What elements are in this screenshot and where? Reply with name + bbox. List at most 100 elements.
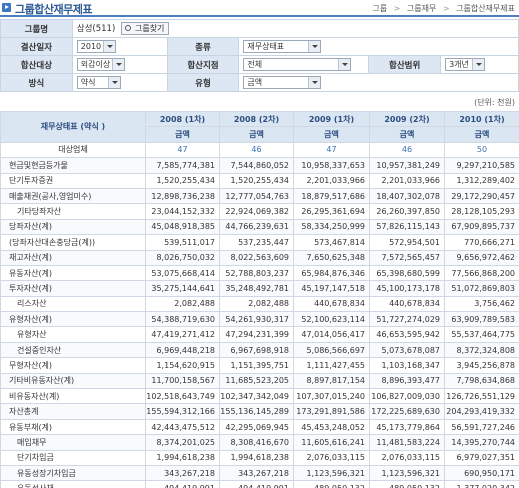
chevron-down-icon: [472, 59, 485, 70]
value-cell: 14,395,270,744: [444, 434, 519, 451]
value-cell: 2,082,488: [145, 295, 220, 313]
value-cell: 11,685,523,205: [219, 372, 294, 390]
table-row: 건설중인자산 6,969,448,218 6,967,698,918 5,086,56…: [0, 341, 519, 359]
value-cell: 7,798,634,868: [444, 372, 519, 390]
count-label: 대상업체: [0, 141, 146, 159]
count-cell[interactable]: 46: [219, 141, 294, 159]
row-label: 당좌자산(계): [0, 218, 146, 236]
value-cell: 1,103,168,347: [369, 357, 445, 374]
table-row: 유형자산(계) 54,388,719,630 54,261,930,317 52,10…: [0, 311, 519, 328]
row-label: (당좌자산대손충당금(계)): [0, 234, 146, 251]
value-cell: 11,481,583,224: [369, 434, 445, 451]
header-divider: [0, 15, 519, 17]
breadcrumb: 그룹 > 그룹재무 > 그룹합산재무제표: [368, 3, 515, 14]
value-cell: 65,984,876,346: [293, 264, 370, 282]
type-label: 유형: [166, 73, 240, 92]
value-cell: 572,954,501: [369, 234, 445, 251]
value-cell: 8,372,324,808: [444, 341, 519, 359]
value-cell: 18,879,517,686: [293, 187, 370, 205]
table-row: 유동성장기차입금 343,267,218 343,267,218 1,123,596,…: [0, 464, 519, 482]
value-cell: 52,788,803,237: [219, 264, 294, 282]
value-cell: 1,123,596,321: [293, 464, 370, 482]
table-row: 무형자산(계) 1,154,620,915 1,151,395,751 1,111,4…: [0, 357, 519, 374]
type-select[interactable]: 금액: [243, 76, 322, 89]
breadcrumb-item-group[interactable]: 그룹: [372, 4, 387, 13]
breadcrumb-item-group-finance[interactable]: 그룹재무: [407, 4, 436, 13]
row-label: 기타당좌자산: [0, 203, 146, 220]
table-row: 투자자산(계) 35,275,144,641 35,248,492,781 45,19…: [0, 280, 519, 297]
count-cell[interactable]: 47: [145, 141, 220, 159]
value-cell: 35,248,492,781: [219, 280, 294, 297]
value-cell: 10,957,381,249: [369, 157, 445, 174]
table-row: 재고자산(계) 8,026,750,032 8,022,563,609 7,650,6…: [0, 249, 519, 266]
row-label: 유동자산(계): [0, 264, 146, 282]
count-cell[interactable]: 50: [444, 141, 519, 159]
type-cell: 금액: [238, 73, 519, 92]
value-cell: 45,048,918,385: [145, 218, 220, 236]
criteria-select[interactable]: 전체: [243, 58, 352, 71]
breadcrumb-separator-icon: >: [393, 4, 401, 13]
count-cell[interactable]: 46: [369, 141, 445, 159]
value-cell: 51,727,274,029: [369, 311, 445, 328]
year-cell: 2010: [71, 37, 168, 56]
value-cell: 54,388,719,630: [145, 311, 220, 328]
criteria-label: 합산지점: [166, 55, 240, 74]
value-cell: 343,267,218: [145, 464, 220, 482]
value-cell: 45,453,248,052: [293, 418, 370, 436]
row-label: 기타비유동자산(계): [0, 372, 146, 390]
period-header: 2009 (2차): [369, 110, 445, 128]
value-cell: 8,896,393,477: [369, 372, 445, 390]
chevron-down-icon: [308, 77, 321, 88]
table-row: 비유동자산(계) 102,518,643,749 102,347,342,049 10…: [0, 388, 519, 405]
criteria-select-value: 전체: [247, 60, 263, 69]
row-label: 유형자산: [0, 326, 146, 343]
value-cell: 6,967,698,918: [219, 341, 294, 359]
table-row: 유형자산 47,419,271,412 47,294,231,399 47,014,0…: [0, 326, 519, 343]
table-row: 기타당좌자산 23,044,152,332 22,924,069,382 26,295…: [0, 203, 519, 220]
value-cell: 55,537,464,775: [444, 326, 519, 343]
criteria-cell: 전체: [238, 55, 370, 74]
search-icon: [124, 25, 131, 31]
row-label: 유형자산(계): [0, 311, 146, 328]
row-label: 매입채무: [0, 434, 146, 451]
kind-cell: 재무상태표: [238, 37, 519, 56]
value-cell: 489,050,132: [293, 480, 370, 488]
value-cell: 1,154,620,915: [145, 357, 220, 374]
page-header: 그룹합산재무제표 그룹 > 그룹재무 > 그룹합산재무제표: [0, 0, 519, 17]
range-label: 합산범위: [368, 55, 442, 74]
value-cell: 56,591,727,246: [444, 418, 519, 436]
group-name-value: 삼성(511): [76, 24, 116, 34]
value-cell: 8,022,563,609: [219, 249, 294, 266]
amount-subheader: 금액: [293, 126, 370, 143]
table-row: 유동부채(계) 42,443,475,512 42,295,069,945 45,45…: [0, 418, 519, 436]
value-cell: 11,700,158,567: [145, 372, 220, 390]
kind-select[interactable]: 재무상태표: [243, 40, 322, 53]
value-cell: 45,100,173,178: [369, 280, 445, 297]
value-cell: 1,520,255,434: [145, 172, 220, 189]
group-find-button-label: 그룹찾기: [134, 24, 165, 33]
chevron-down-icon: [103, 41, 116, 52]
method-cell: 약식: [71, 73, 168, 92]
value-cell: 343,267,218: [219, 464, 294, 482]
target-cell: 외감이상: [71, 55, 168, 74]
search-form: 그룹명 삼성(511) 그룹찾기 결산일자 2010 종류 재무상태표 합산대상…: [0, 19, 519, 92]
table-row: 단기차입금 1,994,618,238 1,994,618,238 2,076,033…: [0, 449, 519, 466]
count-cell[interactable]: 47: [293, 141, 370, 159]
method-select[interactable]: 약식: [76, 76, 121, 89]
table-row: 매출채권(공사,영업미수) 12,898,736,238 12,777,054,76…: [0, 187, 519, 205]
range-cell: 3개년: [440, 55, 519, 74]
range-select[interactable]: 3개년: [445, 58, 486, 71]
row-label: 무형자산(계): [0, 357, 146, 374]
value-cell: 537,235,447: [219, 234, 294, 251]
target-select[interactable]: 외감이상: [76, 58, 126, 71]
target-label: 합산대상: [0, 55, 73, 74]
value-cell: 45,197,147,518: [293, 280, 370, 297]
value-cell: 11,605,616,241: [293, 434, 370, 451]
row-label: 유동부채(계): [0, 418, 146, 436]
group-find-button[interactable]: 그룹찾기: [120, 22, 170, 35]
unit-note: (단위: 천원): [474, 98, 515, 107]
group-name-cell: 삼성(511) 그룹찾기: [71, 19, 519, 38]
value-cell: 2,082,488: [219, 295, 294, 313]
table-row: 매입채무 8,374,201,025 8,308,416,670 11,605,616…: [0, 434, 519, 451]
year-select[interactable]: 2010: [76, 40, 117, 53]
